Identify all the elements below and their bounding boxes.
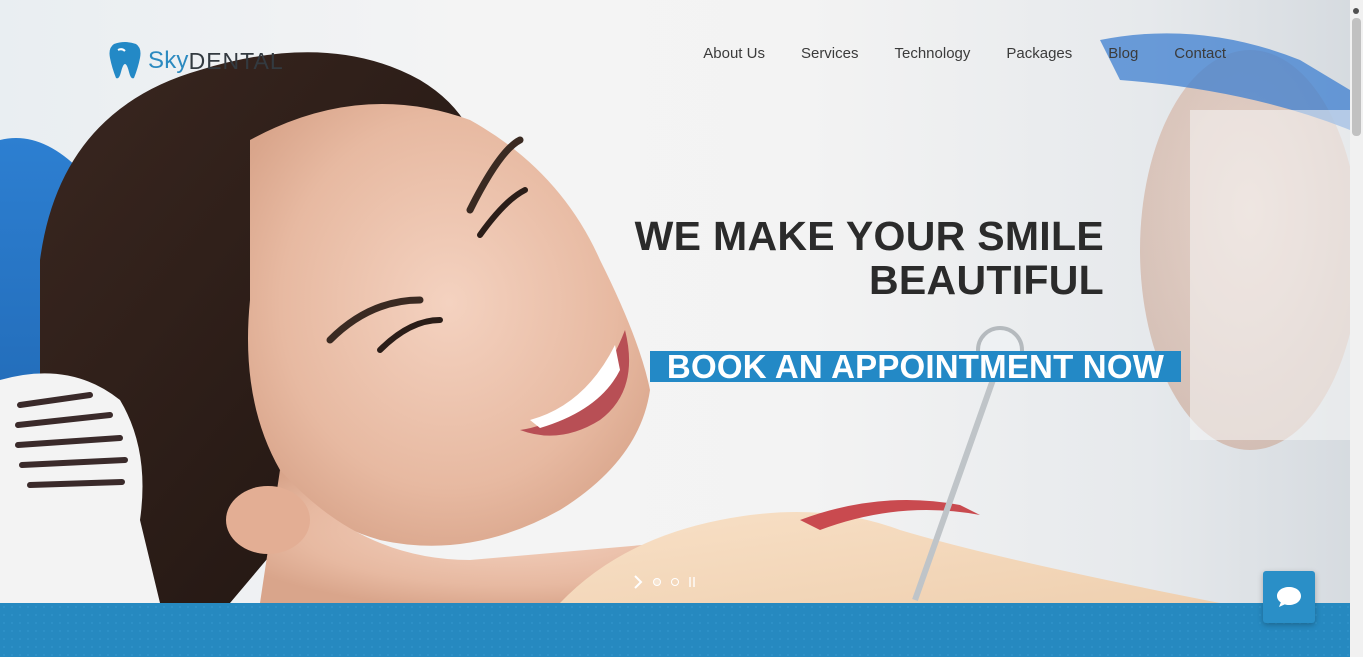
chat-button[interactable] [1263,571,1315,623]
hero-headline: WE MAKE YOUR SMILE BEAUTIFUL [635,214,1104,302]
brand-name-sky: Sky [148,47,189,74]
main-nav: About Us Services Technology Packages Bl… [703,44,1226,64]
page-scrollbar[interactable] [1350,0,1363,657]
hero-headline-line1: WE MAKE YOUR SMILE [634,213,1104,259]
nav-technology[interactable]: Technology [895,44,971,64]
slider-controls [633,575,697,589]
brand-name-dental: DENTAL [188,47,284,74]
book-appointment-button[interactable]: BOOK AN APPOINTMENT NOW [650,351,1181,382]
slider-dot-2[interactable] [671,578,679,586]
nav-blog[interactable]: Blog [1108,44,1138,64]
scroll-thumb[interactable] [1352,18,1361,136]
nav-contact[interactable]: Contact [1174,44,1226,64]
tooth-icon [109,42,141,79]
nav-about-us[interactable]: About Us [703,44,765,64]
section-band [0,603,1350,657]
slider-dot-1[interactable] [653,578,661,586]
chat-bubble-icon [1277,587,1301,607]
nav-services[interactable]: Services [801,44,859,64]
brand-logo[interactable]: Sky DENTAL [108,42,284,80]
page: Sky DENTAL About Us Services Technology … [0,0,1363,657]
chevron-right-icon[interactable] [633,575,643,589]
scroll-up-arrow[interactable] [1353,8,1359,14]
hero-headline-line2: BEAUTIFUL [868,257,1104,303]
nav-packages[interactable]: Packages [1006,44,1072,64]
pause-icon[interactable] [689,577,697,587]
